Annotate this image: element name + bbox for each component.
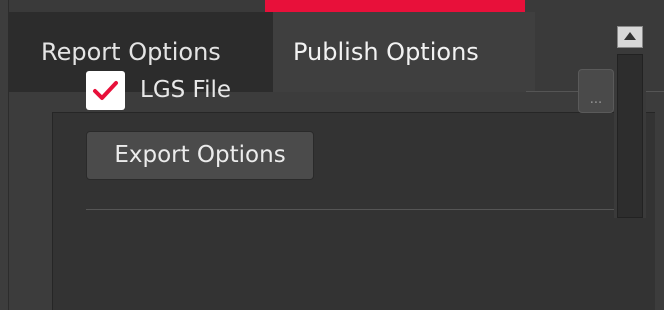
tab-publish-options[interactable]: Publish Options [273,12,535,92]
lgs-file-checkbox[interactable] [86,71,125,110]
publish-options-panel [9,92,664,310]
browse-button[interactable]: ... [578,69,614,113]
scroll-up-button[interactable] [617,26,643,48]
active-tab-indicator [265,0,525,12]
vertical-scrollbar[interactable] [614,26,646,218]
lgs-file-label: LGS File [140,77,232,103]
checkmark-icon [93,81,118,100]
scrollbar-thumb[interactable] [617,54,643,218]
right-edge [655,92,664,310]
group-separator [86,209,614,210]
export-options-button[interactable]: Export Options [86,131,314,180]
left-edge [0,0,9,310]
arrow-up-icon [624,32,636,40]
publish-options-window: Report Options Publish Options LGS File … [0,0,664,310]
